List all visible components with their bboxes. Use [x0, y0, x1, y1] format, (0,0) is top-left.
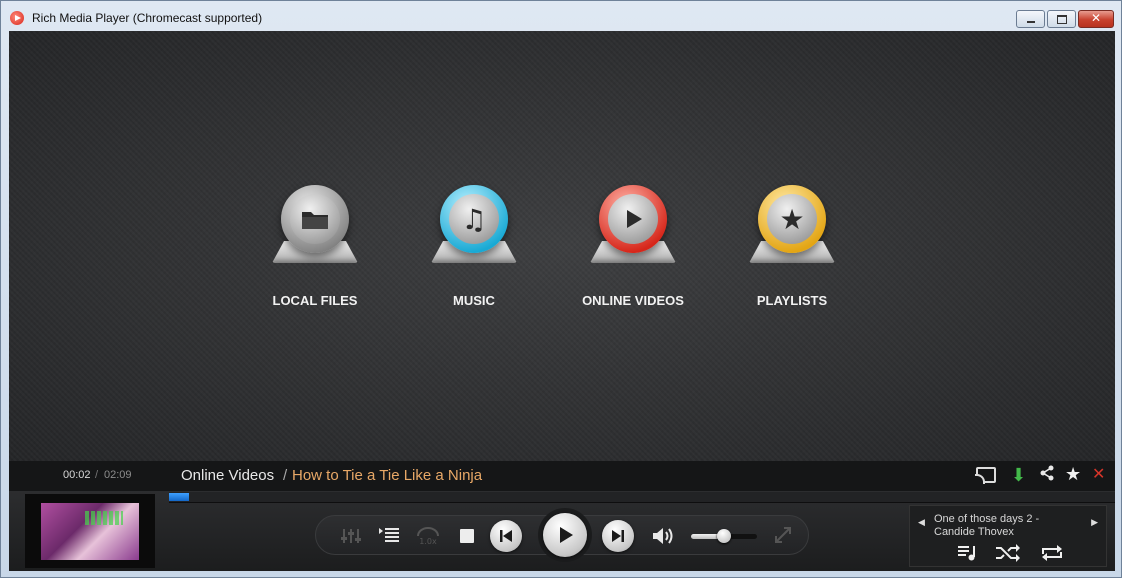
menu-label: MUSIC — [453, 293, 495, 308]
control-panel: 1.0x ◀ One of those days 2 - Candide Tho… — [9, 491, 1115, 571]
volume-icon[interactable] — [650, 524, 676, 548]
menu-item-music[interactable]: ♫ MUSIC — [409, 181, 539, 308]
repeat-icon[interactable] — [1040, 544, 1064, 567]
queue-icon[interactable] — [958, 544, 978, 567]
playlists-orb: ★ — [758, 185, 826, 253]
volume-slider[interactable] — [691, 529, 757, 543]
menu-item-online-videos[interactable]: ONLINE VIDEOS — [568, 181, 698, 308]
menu-item-local-files[interactable]: LOCAL FILES — [250, 181, 380, 308]
share-icon[interactable] — [1039, 465, 1055, 486]
menu-item-playlists[interactable]: ★ PLAYLISTS — [727, 181, 857, 308]
breadcrumb-current: How to Tie a Tie Like a Ninja — [292, 467, 483, 484]
online-videos-orb — [599, 185, 667, 253]
remove-icon[interactable]: ✕ — [1092, 464, 1105, 483]
playlist-toggle-icon[interactable] — [378, 525, 400, 545]
transport-controls: 1.0x — [315, 508, 809, 562]
menu-label: PLAYLISTS — [756, 293, 828, 308]
video-thumbnail[interactable] — [25, 494, 155, 568]
menu-label: LOCAL FILES — [272, 293, 358, 308]
download-icon[interactable]: ⬇ — [1011, 465, 1026, 486]
minimize-button[interactable] — [1016, 10, 1045, 28]
play-icon — [608, 194, 658, 244]
shuffle-icon[interactable] — [996, 544, 1020, 567]
play-button[interactable] — [543, 513, 587, 557]
total-time: 02:09 — [104, 469, 132, 481]
fullscreen-icon[interactable] — [772, 524, 794, 546]
now-playing-artist: Candide Thovex — [934, 526, 1014, 538]
music-note-icon: ♫ — [449, 194, 499, 244]
next-button[interactable] — [602, 520, 634, 552]
thumbnail-image — [41, 503, 139, 560]
breadcrumb-parent[interactable]: Online Videos — [181, 467, 274, 484]
seek-bar[interactable] — [169, 492, 1115, 503]
volume-slider-handle[interactable] — [717, 529, 731, 543]
stop-button[interactable] — [460, 529, 474, 543]
speed-value: 1.0x — [419, 536, 437, 546]
cast-icon[interactable] — [975, 467, 996, 484]
maximize-button[interactable] — [1047, 10, 1076, 28]
local-files-orb — [281, 185, 349, 253]
now-playing-title: One of those days 2 - — [934, 513, 1040, 525]
now-playing-next-arrow-icon[interactable]: ▶ — [1091, 518, 1098, 528]
breadcrumb-separator: / — [283, 467, 288, 484]
music-orb: ♫ — [440, 185, 508, 253]
star-icon: ★ — [767, 194, 817, 244]
favorite-star-icon[interactable]: ★ — [1065, 464, 1081, 485]
seek-bar-fill — [169, 493, 189, 501]
app-logo-icon — [10, 11, 24, 25]
app-window: Rich Media Player (Chromecast supported)… — [0, 0, 1122, 578]
menu-label: ONLINE VIDEOS — [582, 293, 684, 308]
previous-button[interactable] — [490, 520, 522, 552]
title-bar[interactable]: Rich Media Player (Chromecast supported) — [1, 1, 1121, 31]
folder-icon — [290, 194, 340, 244]
close-window-button[interactable] — [1078, 10, 1114, 28]
time-separator: / — [95, 469, 99, 481]
current-time: 00:02 — [63, 469, 91, 481]
now-playing-prev-arrow-icon[interactable]: ◀ — [918, 518, 925, 528]
window-title: Rich Media Player (Chromecast supported) — [32, 11, 263, 25]
home-menu: LOCAL FILES ♫ MUSIC ONLINE VIDEOS ★ PLAY… — [9, 31, 1115, 461]
info-bar: 00:02 / 02:09 Online Videos / How to Tie… — [9, 461, 1115, 491]
equalizer-icon[interactable] — [340, 526, 362, 546]
now-playing-panel: ◀ One of those days 2 - Candide Thovex ▶ — [909, 505, 1107, 567]
playback-speed-control[interactable]: 1.0x — [412, 522, 444, 550]
